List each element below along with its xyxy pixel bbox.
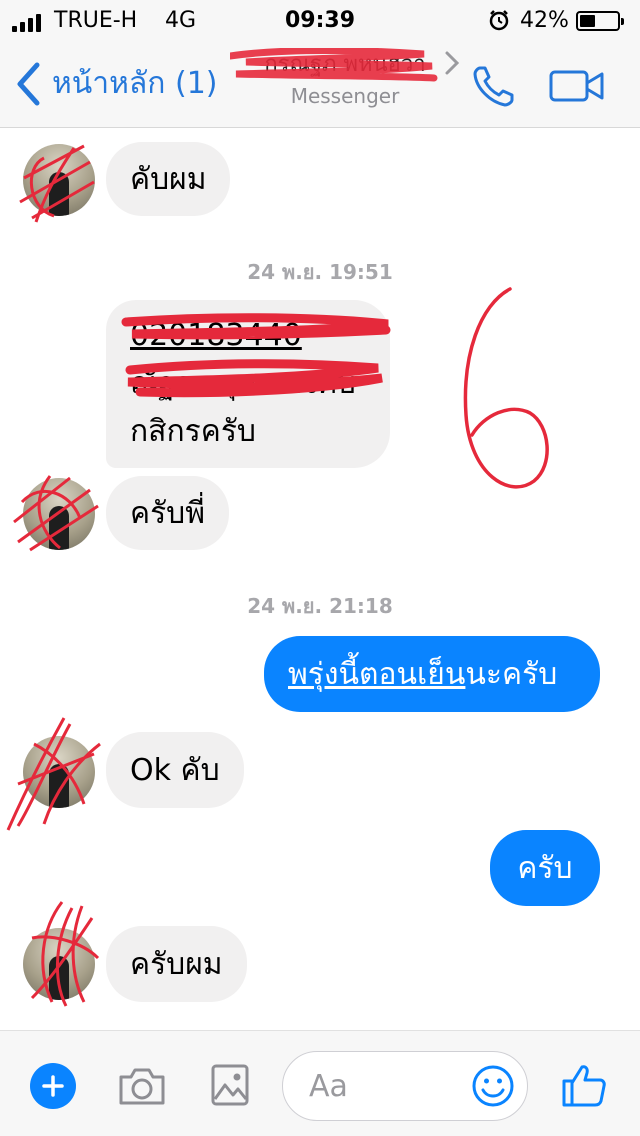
image-icon[interactable] <box>210 1063 250 1107</box>
battery-percent: 42% <box>520 8 569 33</box>
battery-fill <box>580 15 595 27</box>
conversation-header: หน้าหลัก (1) กรณฐภ พหนฮวา Messenger <box>0 40 640 128</box>
redaction-scribble <box>121 313 391 398</box>
message-bubble-incoming[interactable]: Ok คับ <box>106 732 244 808</box>
alarm-icon <box>489 10 509 31</box>
thumbs-up-icon[interactable] <box>560 1061 608 1109</box>
redaction-scribble <box>230 48 438 82</box>
back-button[interactable]: หน้าหลัก (1) <box>14 60 217 107</box>
message-text: คับผม <box>130 161 207 197</box>
message-text: ครับ <box>517 850 573 886</box>
contact-title[interactable]: กรณฐภ พหนฮวา Messenger <box>230 48 460 108</box>
chevron-right-icon <box>445 51 460 75</box>
timestamp: 24 พ.ย. 21:18 <box>247 594 393 618</box>
smiley-icon[interactable] <box>471 1064 515 1108</box>
bank-name: กสิกรครับ <box>130 414 256 449</box>
message-input[interactable] <box>309 1066 459 1106</box>
redaction-scribble <box>30 901 100 1007</box>
back-label: หน้าหลัก (1) <box>52 66 218 101</box>
camera-icon[interactable] <box>117 1065 167 1107</box>
battery-icon <box>576 11 624 31</box>
message-text: ครับผม <box>130 946 223 982</box>
contact-subtitle: Messenger <box>290 84 400 108</box>
redaction-scribble <box>6 717 101 831</box>
message-text: ครับพี่ <box>130 495 205 531</box>
message-text: นะครับ <box>465 656 558 692</box>
message-composer <box>0 1030 640 1136</box>
message-bubble-outgoing[interactable]: ครับ <box>490 830 600 906</box>
handwritten-six-annotation <box>463 287 549 489</box>
message-bubble-incoming[interactable]: ครับพี่ <box>106 476 229 550</box>
redaction-scribble <box>19 144 95 223</box>
message-bubble-outgoing[interactable]: พรุ่งนี้ตอนเย็น นะครับ <box>264 636 600 712</box>
redaction-scribble <box>13 475 99 552</box>
message-text: Ok คับ <box>130 752 220 788</box>
phone-icon[interactable] <box>470 62 518 110</box>
message-bubble-incoming[interactable]: ครับผม <box>106 926 247 1002</box>
message-input-field[interactable] <box>282 1051 528 1121</box>
timestamp: 24 พ.ย. 19:51 <box>247 260 393 284</box>
video-camera-icon[interactable] <box>548 66 606 106</box>
message-link[interactable]: พรุ่งนี้ตอนเย็น <box>288 651 465 698</box>
chevron-left-icon <box>17 62 40 105</box>
message-bubble-incoming[interactable]: คับผม <box>106 142 231 216</box>
status-bar: TRUE-H 4G 09:39 42% <box>0 0 640 40</box>
plus-icon[interactable] <box>30 1063 76 1109</box>
